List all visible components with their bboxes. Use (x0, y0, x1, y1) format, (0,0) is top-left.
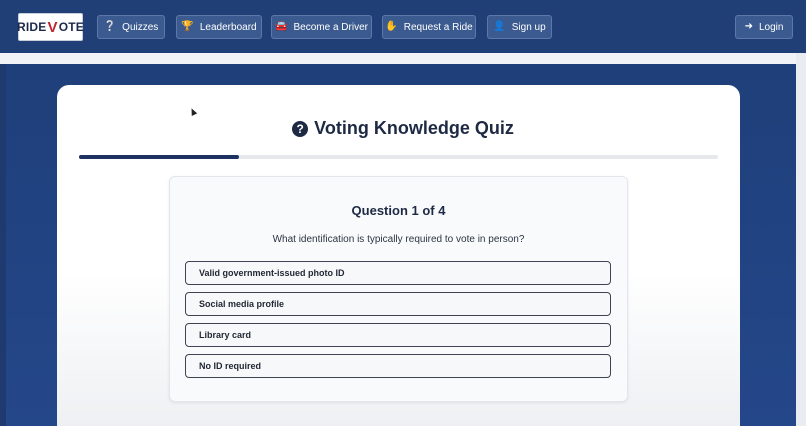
nav-request-ride-button[interactable]: ✋ Request a Ride (382, 15, 476, 39)
quiz-title-text: Voting Knowledge Quiz (314, 118, 514, 138)
car-icon: 🚘 (275, 21, 288, 32)
question-text: What identification is typically require… (272, 234, 525, 245)
quiz-title: ? Voting Knowledge Quiz (0, 118, 806, 139)
question-circle-icon: ? (292, 120, 309, 137)
nav-login-button[interactable]: ➜ Login (735, 15, 793, 39)
login-icon: ➜ (744, 21, 753, 32)
question-heading: Question 1 of 4 (351, 203, 446, 218)
hand-icon: ✋ (385, 21, 398, 32)
trophy-icon: 🏆 (181, 21, 194, 32)
quiz-progress-bar (79, 155, 718, 159)
nav-request-ride-label: Request a Ride (403, 21, 473, 33)
top-navbar: RIDE V OTE ❔ Quizzes 🏆 Leaderboard 🚘 Becom… (0, 0, 806, 53)
nav-login-label: Login (758, 21, 784, 33)
user-plus-icon: 👤 (493, 21, 506, 32)
nav-quizzes-label: Quizzes (122, 21, 159, 33)
logo-text-right: OTE (58, 20, 84, 34)
nav-leaderboard-label: Leaderboard (199, 21, 257, 33)
answer-option-social-media[interactable]: Social media profile (185, 292, 611, 316)
nav-leaderboard-button[interactable]: 🏆 Leaderboard (176, 15, 262, 39)
nav-become-driver-label: Become a Driver (293, 21, 368, 33)
question-circle-icon: ❔ (103, 21, 117, 32)
nav-become-driver-button[interactable]: 🚘 Become a Driver (271, 15, 372, 39)
nav-bottom-band (0, 53, 806, 64)
right-frame-edge (796, 53, 806, 426)
nav-sign-up-button[interactable]: 👤 Sign up (487, 15, 552, 39)
quiz-progress-fill (79, 155, 239, 159)
answer-option-library-card[interactable]: Library card (185, 323, 611, 347)
nav-sign-up-label: Sign up (511, 21, 546, 33)
nav-quizzes-button[interactable]: ❔ Quizzes (97, 15, 165, 39)
ride-vote-logo[interactable]: RIDE V OTE (17, 13, 84, 41)
logo-check-v: V (47, 18, 58, 36)
answer-option-no-id[interactable]: No ID required (185, 354, 611, 378)
answer-option-photo-id[interactable]: Valid government-issued photo ID (185, 261, 611, 285)
logo-text-left: RIDE (17, 20, 47, 34)
